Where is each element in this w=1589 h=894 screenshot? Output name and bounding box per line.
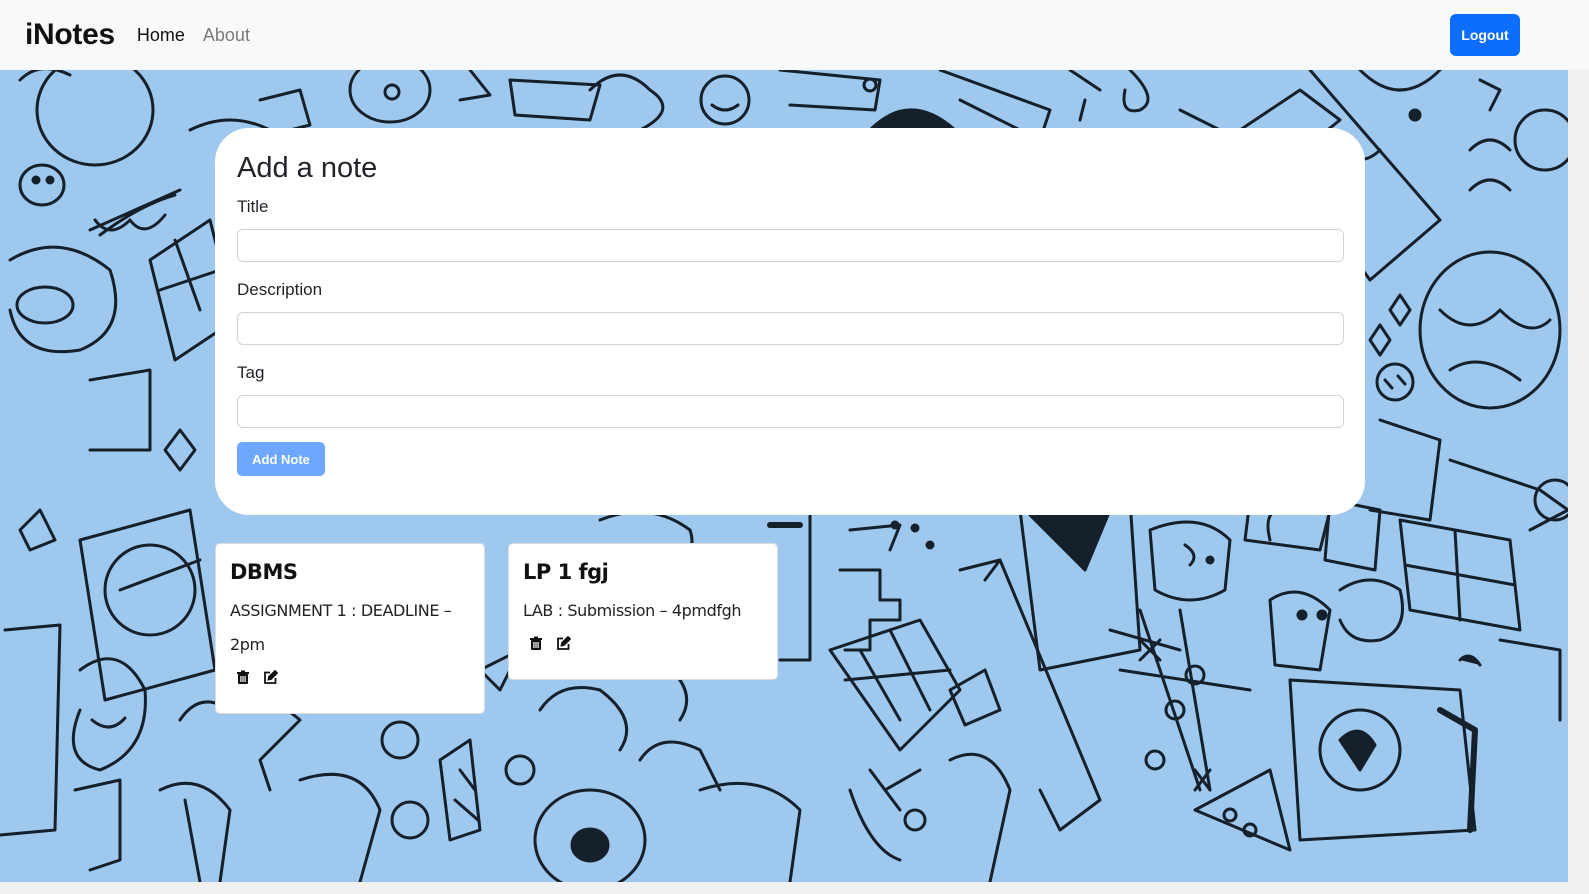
edit-icon[interactable] [263, 669, 279, 685]
tag-label: Tag [237, 363, 265, 382]
add-note-heading: Add a note [237, 152, 378, 184]
note-title: DBMS [230, 560, 298, 584]
tag-input[interactable] [237, 395, 1344, 428]
note-card-lp1: LP 1 fgj LAB : Submission – 4pmdfgh [508, 543, 778, 680]
brand-logo[interactable]: iNotes [25, 18, 115, 52]
add-note-button[interactable]: Add Note [237, 442, 325, 476]
note-card-dbms: DBMS ASSIGNMENT 1 : DEADLINE – 2pm [215, 543, 485, 714]
note-description: ASSIGNMENT 1 : DEADLINE – 2pm [230, 601, 452, 654]
title-input[interactable] [237, 229, 1344, 262]
note-title: LP 1 fgj [523, 560, 609, 584]
note-description: LAB : Submission – 4pmdfgh [523, 601, 742, 620]
note-actions [523, 635, 763, 651]
title-label: Title [237, 197, 269, 216]
nav-link-home[interactable]: Home [137, 25, 185, 46]
description-label: Description [237, 280, 323, 299]
note-actions [230, 669, 470, 685]
add-note-card: Add a note Title Description Tag Add Not… [215, 128, 1365, 515]
trash-icon[interactable] [236, 670, 251, 685]
nav-link-about[interactable]: About [203, 25, 250, 46]
description-input[interactable] [237, 312, 1344, 345]
horizontal-scrollbar-track[interactable] [0, 882, 1568, 894]
trash-icon[interactable] [529, 636, 544, 651]
scrollbar-track[interactable] [1568, 70, 1589, 894]
logout-button[interactable]: Logout [1450, 14, 1520, 56]
edit-icon[interactable] [556, 635, 572, 651]
navbar: iNotes Home About Logout [0, 0, 1589, 70]
